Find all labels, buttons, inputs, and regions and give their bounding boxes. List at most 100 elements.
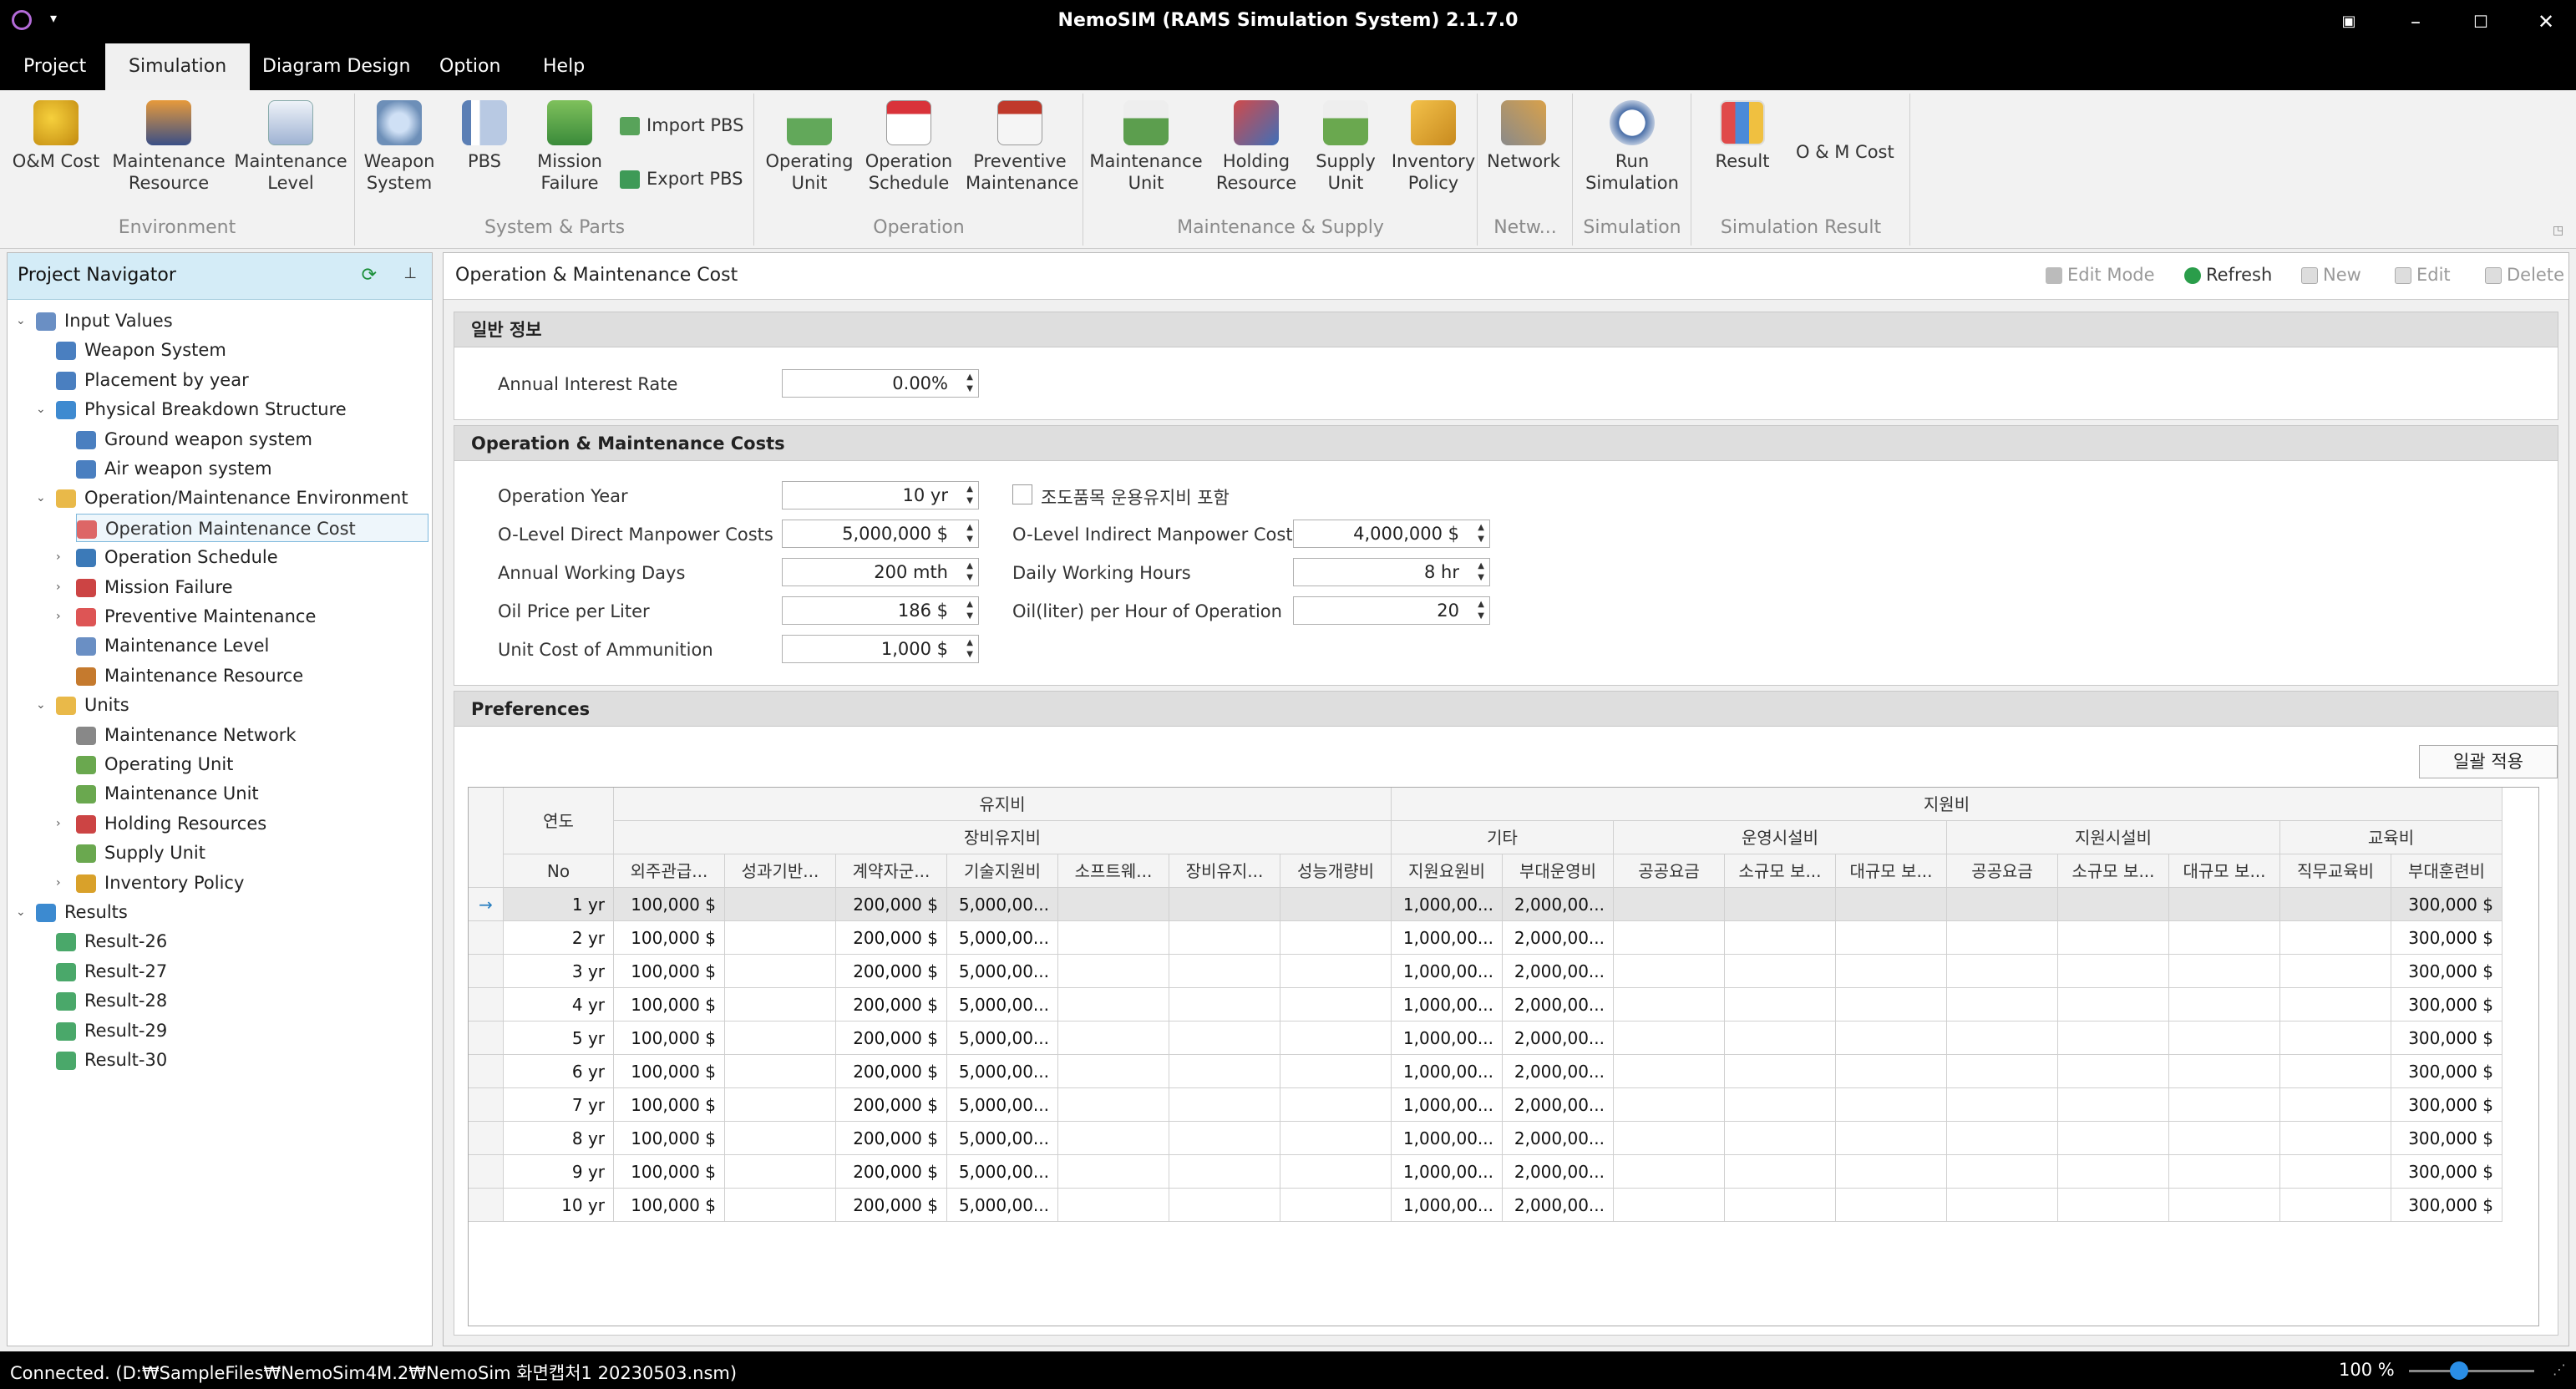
- spinner-arrows-icon[interactable]: ▲ ▼: [966, 484, 973, 507]
- grid-cell[interactable]: [1058, 1055, 1169, 1088]
- grid-column-header[interactable]: 직무교육비: [2280, 854, 2391, 888]
- grid-cell[interactable]: [725, 955, 836, 988]
- collapse-arrow-icon[interactable]: ⌄: [36, 484, 46, 512]
- grid-cell[interactable]: 5,000,00...: [947, 1021, 1058, 1055]
- grid-cell[interactable]: [1169, 1155, 1280, 1189]
- grid-cell[interactable]: [725, 1189, 836, 1222]
- tree-item[interactable]: Ground weapon system: [76, 425, 312, 454]
- collapse-arrow-icon[interactable]: ⌄: [16, 307, 26, 335]
- tree-item[interactable]: Result-26: [56, 927, 167, 956]
- refresh-button[interactable]: Refresh: [2184, 265, 2272, 285]
- grid-cell[interactable]: 100,000 $: [614, 955, 725, 988]
- import-pbs-button[interactable]: Import PBS: [620, 114, 743, 137]
- grid-cell[interactable]: [1280, 1189, 1392, 1222]
- grid-cell[interactable]: 200,000 $: [836, 1021, 947, 1055]
- oil-price-input[interactable]: 186 $ ▲ ▼: [782, 596, 979, 625]
- grid-cell[interactable]: 200,000 $: [836, 955, 947, 988]
- pbs-button[interactable]: PBS: [448, 94, 521, 172]
- restore-layout-icon[interactable]: ▣: [2330, 7, 2367, 37]
- grid-cell[interactable]: [1169, 955, 1280, 988]
- grid-cell[interactable]: 5,000,00...: [947, 1055, 1058, 1088]
- collapse-arrow-icon[interactable]: ⌄: [36, 395, 46, 423]
- grid-cell[interactable]: [1614, 888, 1725, 921]
- tree-item[interactable]: Air weapon system: [76, 454, 272, 483]
- grid-cell[interactable]: [2058, 1021, 2169, 1055]
- grid-cell[interactable]: 1,000,00...: [1392, 955, 1503, 988]
- tree-item[interactable]: Maintenance Unit: [76, 779, 259, 808]
- expand-arrow-icon[interactable]: ›: [56, 869, 61, 897]
- mission-failure-button[interactable]: Mission Failure: [531, 94, 608, 194]
- grid-cell[interactable]: [1725, 1122, 1836, 1155]
- tree-item[interactable]: ⌄ Units: [36, 691, 129, 719]
- grid-cell[interactable]: 1,000,00...: [1392, 1088, 1503, 1122]
- apply-all-button[interactable]: 일괄 적용: [2419, 745, 2558, 778]
- spinner-arrows-icon[interactable]: ▲ ▼: [966, 637, 973, 661]
- grid-cell[interactable]: 2,000,00...: [1503, 1189, 1614, 1222]
- grid-cell[interactable]: [2280, 888, 2391, 921]
- tree-item[interactable]: Weapon System: [56, 336, 226, 364]
- resize-grip-icon[interactable]: ⋰: [2553, 1361, 2566, 1377]
- om-cost-button[interactable]: O&M Cost: [7, 94, 105, 172]
- grid-cell[interactable]: [725, 1122, 836, 1155]
- grid-cell[interactable]: [1614, 1189, 1725, 1222]
- tab-diagram-design[interactable]: Diagram Design: [239, 43, 434, 90]
- network-button[interactable]: Network: [1480, 94, 1567, 172]
- grid-cell[interactable]: [725, 988, 836, 1021]
- include-checkbox[interactable]: [1012, 484, 1032, 504]
- expand-arrow-icon[interactable]: ›: [56, 573, 61, 601]
- grid-cell[interactable]: 100,000 $: [614, 1122, 725, 1155]
- grid-cell[interactable]: [2058, 1122, 2169, 1155]
- spinner-arrows-icon[interactable]: ▲ ▼: [966, 599, 973, 622]
- grid-cell[interactable]: 100,000 $: [614, 1055, 725, 1088]
- grid-cell[interactable]: 2,000,00...: [1503, 888, 1614, 921]
- grid-cell[interactable]: 100,000 $: [614, 921, 725, 955]
- row-indicator[interactable]: [469, 1189, 504, 1222]
- grid-cell[interactable]: [1280, 1021, 1392, 1055]
- grid-cell[interactable]: [2058, 888, 2169, 921]
- tree-item[interactable]: Maintenance Resource: [76, 662, 303, 690]
- oil-per-hour-input[interactable]: 20 ▲ ▼: [1293, 596, 1490, 625]
- grid-cell[interactable]: [1614, 1088, 1725, 1122]
- grid-cell[interactable]: 100,000 $: [614, 1021, 725, 1055]
- operating-unit-button[interactable]: Operating Unit: [762, 94, 857, 194]
- grid-column-header[interactable]: 성능개량비: [1280, 854, 1392, 888]
- spinner-arrows-icon[interactable]: ▲ ▼: [1478, 560, 1484, 584]
- grid-cell[interactable]: [2280, 988, 2391, 1021]
- delete-button[interactable]: Delete: [2485, 265, 2564, 285]
- collapse-arrow-icon[interactable]: ⌄: [36, 691, 46, 719]
- row-indicator[interactable]: [469, 955, 504, 988]
- grid-cell[interactable]: 1,000,00...: [1392, 988, 1503, 1021]
- grid-cell[interactable]: [1725, 988, 1836, 1021]
- grid-cell[interactable]: [1280, 1055, 1392, 1088]
- grid-cell[interactable]: [1280, 1122, 1392, 1155]
- row-indicator[interactable]: [469, 1155, 504, 1189]
- grid-cell[interactable]: [1280, 888, 1392, 921]
- grid-cell[interactable]: [2169, 1055, 2280, 1088]
- grid-cell[interactable]: 200,000 $: [836, 988, 947, 1021]
- grid-cell[interactable]: 2,000,00...: [1503, 1021, 1614, 1055]
- edit-mode-button[interactable]: Edit Mode: [2046, 265, 2155, 285]
- grid-cell[interactable]: [1280, 988, 1392, 1021]
- refresh-icon[interactable]: ⟳: [362, 265, 377, 286]
- grid-cell[interactable]: [1836, 955, 1947, 988]
- spinner-arrows-icon[interactable]: ▲ ▼: [966, 372, 973, 395]
- grid-cell[interactable]: [2169, 1155, 2280, 1189]
- grid-cell[interactable]: [1725, 888, 1836, 921]
- grid-cell[interactable]: [1836, 888, 1947, 921]
- grid-cell[interactable]: [1169, 1122, 1280, 1155]
- expand-arrow-icon[interactable]: ›: [56, 543, 61, 571]
- grid-column-header[interactable]: 공공요금: [1947, 854, 2058, 888]
- tree-item[interactable]: Result-29: [56, 1016, 167, 1045]
- grid-cell[interactable]: [2058, 1189, 2169, 1222]
- grid-cell[interactable]: [2058, 955, 2169, 988]
- grid-cell[interactable]: [2280, 955, 2391, 988]
- tree-item[interactable]: Operating Unit: [76, 750, 233, 778]
- grid-cell[interactable]: 300,000 $: [2391, 1122, 2502, 1155]
- grid-cell[interactable]: 300,000 $: [2391, 921, 2502, 955]
- grid-row-year[interactable]: 3 yr: [504, 955, 614, 988]
- grid-row-year[interactable]: 1 yr: [504, 888, 614, 921]
- grid-column-header[interactable]: 소프트웨...: [1058, 854, 1169, 888]
- tab-option[interactable]: Option: [416, 43, 524, 90]
- annual-days-input[interactable]: 200 mth ▲ ▼: [782, 558, 979, 586]
- grid-cell[interactable]: 300,000 $: [2391, 888, 2502, 921]
